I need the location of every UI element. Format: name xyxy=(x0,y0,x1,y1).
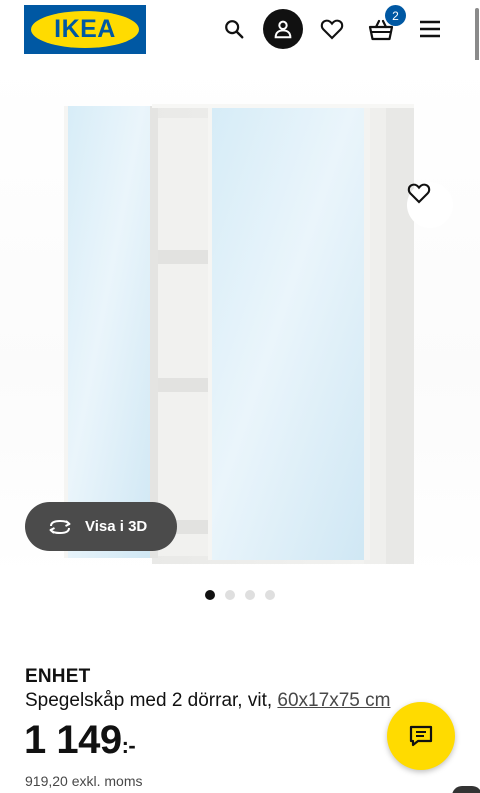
person-icon xyxy=(274,20,292,39)
logo-text: IKEA xyxy=(54,15,116,43)
carousel-dot[interactable] xyxy=(245,590,255,600)
cart-count-badge: 2 xyxy=(385,5,406,26)
product-price: 1 149:- xyxy=(24,718,136,763)
carousel-indicator xyxy=(205,590,275,600)
heart-icon xyxy=(407,183,431,204)
rotate-3d-icon xyxy=(49,519,71,534)
product-description-text: Spegelskåp med 2 dörrar, vit, xyxy=(25,690,273,711)
view-in-3d-button[interactable]: Visa i 3D xyxy=(25,502,177,551)
carousel-dot[interactable] xyxy=(225,590,235,600)
carousel-dot[interactable] xyxy=(205,590,215,600)
price-suffix: :- xyxy=(121,733,136,758)
chat-icon xyxy=(409,725,433,747)
price-main: 1 149 xyxy=(24,718,122,762)
menu-button[interactable] xyxy=(412,11,448,47)
favorites-button[interactable] xyxy=(314,11,350,47)
ikea-logo[interactable]: IKEA xyxy=(24,5,146,54)
logo-oval: IKEA xyxy=(31,11,139,48)
account-button[interactable] xyxy=(263,9,303,49)
product-size-link[interactable]: 60x17x75 cm xyxy=(277,690,390,711)
carousel-dot[interactable] xyxy=(265,590,275,600)
save-to-favorites-button[interactable] xyxy=(407,182,453,228)
search-icon xyxy=(225,20,244,39)
heart-icon xyxy=(320,19,344,40)
search-button[interactable] xyxy=(216,11,252,47)
price-excluding-vat: 919,20 exkl. moms xyxy=(25,773,143,789)
product-description: Spegelskåp med 2 dörrar, vit, 60x17x75 c… xyxy=(25,690,390,712)
top-header: IKEA 2 xyxy=(0,0,480,60)
chat-button[interactable] xyxy=(387,702,455,770)
hamburger-menu-icon xyxy=(420,20,440,38)
view-in-3d-label: Visa i 3D xyxy=(85,518,148,535)
partial-overlay-element xyxy=(452,786,480,793)
product-name: ENHET xyxy=(25,666,91,687)
